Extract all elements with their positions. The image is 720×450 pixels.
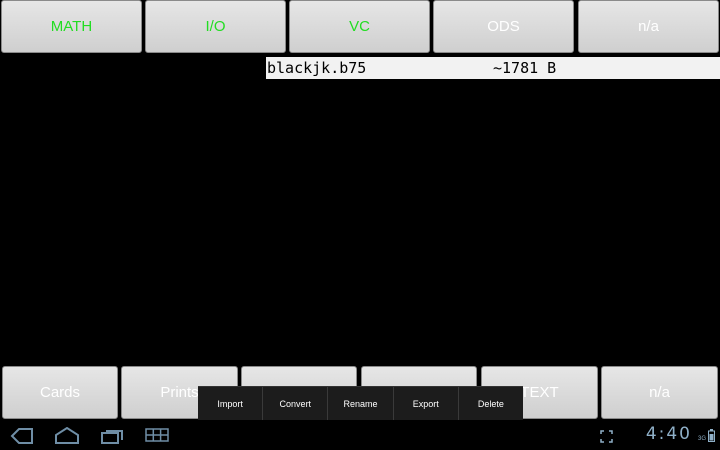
recent-apps-icon[interactable] <box>100 428 124 444</box>
network-indicator: 3G <box>698 436 707 442</box>
file-list-item[interactable]: blackjk.b75 ~1781 B <box>266 57 720 79</box>
file-size: ~1781 B <box>493 59 557 77</box>
rename-menu-item[interactable]: Rename <box>327 387 392 420</box>
vc-button[interactable]: VC <box>289 0 430 53</box>
file-name: blackjk.b75 <box>267 59 367 77</box>
na-bottom-button[interactable]: n/a <box>601 366 718 419</box>
na-top-button[interactable]: n/a <box>578 0 719 53</box>
fullscreen-icon[interactable] <box>600 430 613 443</box>
cards-button[interactable]: Cards <box>2 366 118 419</box>
battery-icon <box>708 429 715 442</box>
context-menu: Import Convert Rename Export Delete <box>198 386 523 420</box>
export-menu-item[interactable]: Export <box>392 387 458 420</box>
io-button[interactable]: I/O <box>145 0 286 53</box>
home-icon[interactable] <box>54 427 80 444</box>
clock: 4:40 <box>645 424 692 444</box>
math-button[interactable]: MATH <box>1 0 142 53</box>
menu-grid-icon[interactable] <box>145 428 169 442</box>
convert-menu-item[interactable]: Convert <box>262 387 327 420</box>
delete-menu-item[interactable]: Delete <box>457 387 523 420</box>
back-icon[interactable] <box>10 428 34 444</box>
ods-button[interactable]: ODS <box>433 0 574 53</box>
import-menu-item[interactable]: Import <box>198 387 262 420</box>
